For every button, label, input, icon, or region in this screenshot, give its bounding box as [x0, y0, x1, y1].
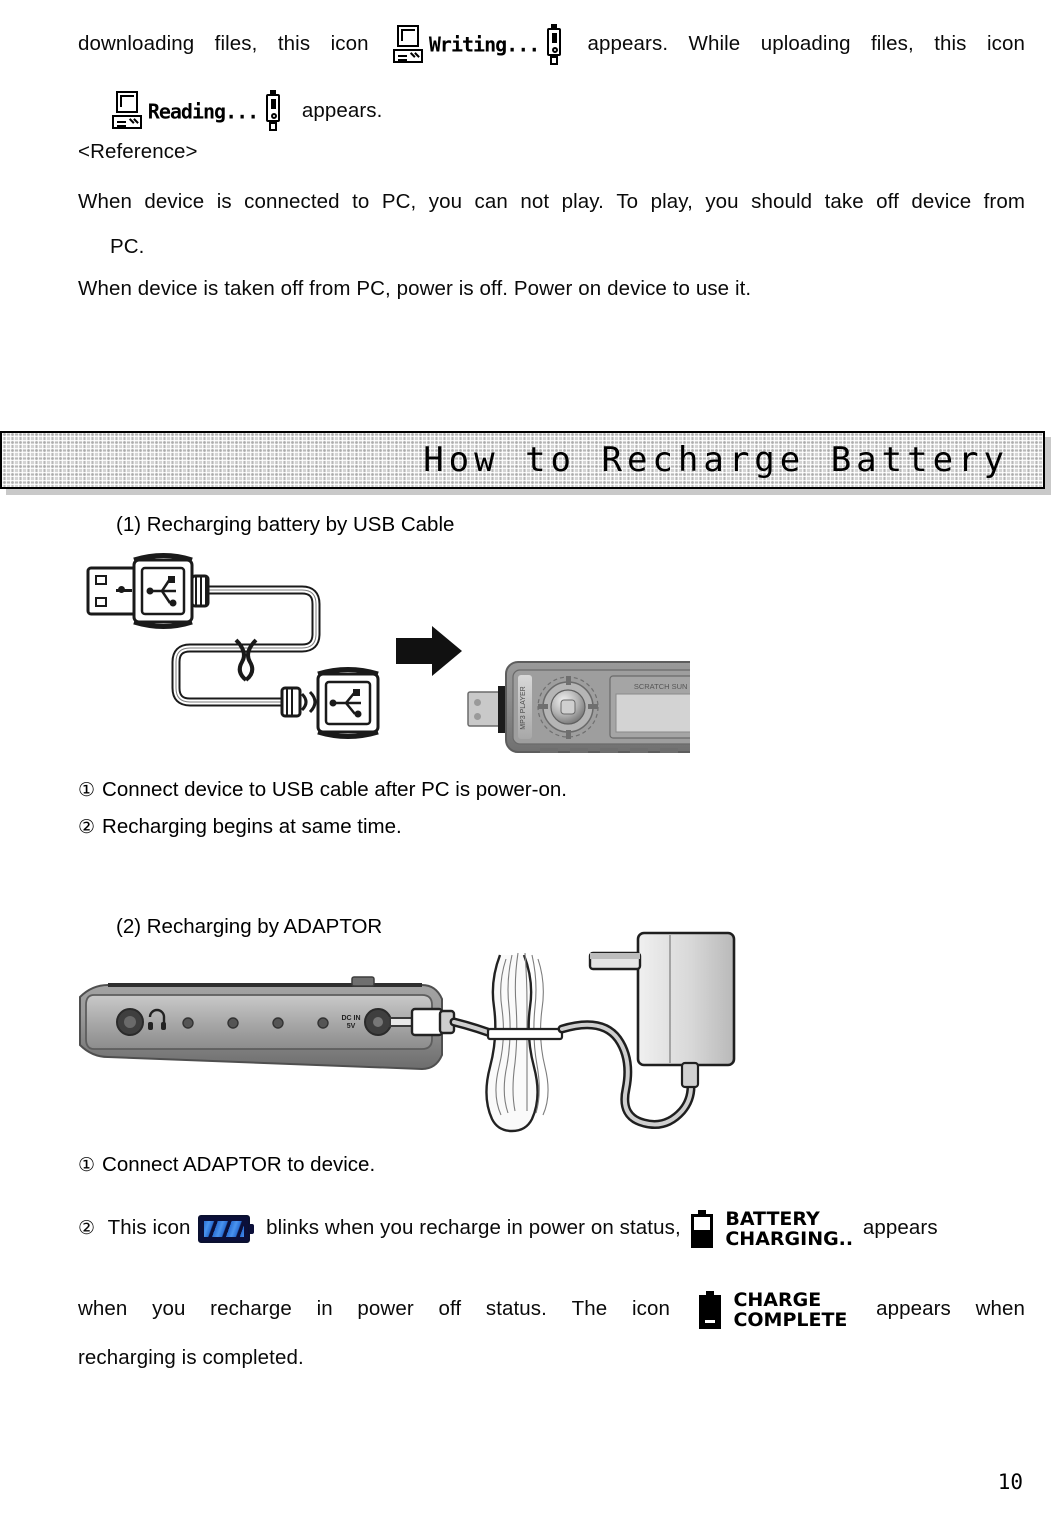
ref-word: take [824, 190, 864, 213]
manual-page: downloading files, this icon Writing... … [0, 0, 1053, 1516]
ref-word: device [911, 190, 972, 213]
ref-word: PC, [381, 190, 417, 213]
final-word: when [78, 1297, 128, 1321]
ref-word: can [474, 190, 508, 213]
step-marker: ② [78, 1217, 96, 1239]
intro-word: this [934, 32, 967, 55]
ref-word: you [705, 190, 739, 213]
step-marker: ① [78, 779, 96, 801]
complete-label-line2: COMPLETE [733, 1309, 848, 1331]
intro-paragraph: downloading files, this icon Writing... … [78, 18, 1025, 137]
ref-word: When [78, 190, 132, 213]
reference-line-1: When device is connected to PC, you can … [78, 190, 1026, 213]
step-marker: ② [78, 816, 96, 838]
intro-word: icon [986, 32, 1025, 55]
final-word: when [975, 1297, 1026, 1321]
adaptor-diagram: DC IN 5V [70, 925, 750, 1150]
adaptor-step-2: ② This icon blinks when you recharge in … [78, 1208, 1025, 1249]
writing-label: Writing... [428, 32, 540, 57]
writing-status-icon: Writing... [393, 18, 563, 71]
reference-line-2: PC. [110, 235, 145, 258]
battery-outline-icon [690, 1209, 713, 1248]
ref-word: device [144, 190, 205, 213]
charging-label-line1: BATTERY [725, 1207, 820, 1230]
final-word: recharge [210, 1297, 292, 1321]
step2-post-text: appears [862, 1216, 938, 1239]
ref-word: is [216, 190, 232, 213]
intro-line-1: downloading files, this icon Writing... … [78, 18, 1025, 71]
ref-word: not [520, 190, 550, 213]
charge-complete-icon: CHARGE COMPLETE [698, 1290, 847, 1330]
ref-word: connected [244, 190, 340, 213]
svg-text:MP3 PLAYER: MP3 PLAYER [520, 686, 527, 729]
usb-step-2: ② Recharging begins at same time. [78, 815, 402, 839]
intro-word: While [688, 32, 741, 55]
step-text: Connect ADAPTOR to device. [102, 1153, 376, 1176]
ref-word: To [616, 190, 639, 213]
ref-word: from [983, 190, 1026, 213]
battery-charging-icon: BATTERY CHARGING.. [690, 1208, 853, 1249]
battery-level-icon [198, 1214, 255, 1243]
usb-cable-diagram: MP3 PLAYER SCRATCH SUN SET MUSIC [70, 548, 747, 773]
reading-label: Reading... [147, 99, 259, 124]
svg-text:DC IN: DC IN [341, 1015, 360, 1022]
section-banner-title: How to Recharge Battery [423, 440, 1009, 480]
final-word: power [357, 1297, 414, 1321]
final-word: appears [876, 1297, 951, 1321]
intro-word: this [277, 32, 311, 55]
usb-stick-icon [545, 23, 563, 66]
final-word: status. [485, 1297, 547, 1321]
intro-word: uploading [760, 32, 851, 55]
reading-status-icon: Reading... [112, 85, 282, 138]
battery-full-icon [698, 1291, 721, 1329]
final-word: you [152, 1297, 186, 1321]
intro-word: appears. [587, 32, 669, 55]
intro-word: icon [330, 32, 369, 55]
step2-pre-text: This icon [107, 1216, 191, 1239]
final-paragraph-line-2: recharging is completed. [78, 1346, 304, 1369]
step-text: Connect device to USB cable after PC is … [102, 778, 567, 801]
battery-charging-label: BATTERY CHARGING.. [725, 1209, 853, 1249]
usb-stick-icon [264, 90, 282, 132]
step-text: Recharging begins at same time. [102, 815, 402, 838]
complete-label-line1: CHARGE [733, 1289, 822, 1311]
intro-line-2: Reading... appears. [78, 85, 1025, 138]
step2-mid-text: blinks when you recharge in power on sta… [266, 1216, 681, 1239]
ref-word: you [428, 190, 463, 213]
step-marker: ① [78, 1154, 96, 1176]
intro-word: files, [871, 32, 914, 55]
ref-word: to [352, 190, 370, 213]
intro-word: files, [214, 32, 258, 55]
charge-complete-label: CHARGE COMPLETE [733, 1290, 847, 1330]
usb-step-1: ① Connect device to USB cable after PC is… [78, 778, 567, 802]
usb-section-heading: (1) Recharging battery by USB Cable [116, 513, 455, 536]
intro-word: appears. [301, 98, 383, 122]
final-word: off [438, 1297, 462, 1321]
svg-text:5V: 5V [347, 1023, 356, 1030]
ref-word: play, [650, 190, 693, 213]
final-paragraph-line-1: when you recharge in power off status. T… [78, 1290, 1025, 1330]
section-banner: How to Recharge Battery [0, 431, 1045, 489]
final-word: The [571, 1297, 608, 1321]
ref-word: play. [561, 190, 604, 213]
computer-icon [112, 91, 142, 131]
ref-word: should [751, 190, 813, 213]
reference-line-3: When device is taken off from PC, power … [78, 277, 752, 300]
page-number: 10 [997, 1470, 1023, 1494]
final-word: icon [631, 1297, 670, 1321]
final-word: in [316, 1297, 333, 1321]
computer-icon [393, 24, 424, 65]
svg-text:SCRATCH SUN SET: SCRATCH SUN SET [634, 682, 690, 691]
ref-word: off [876, 190, 899, 213]
charging-label-line2: CHARGING.. [725, 1227, 854, 1250]
intro-word: downloading [78, 32, 195, 55]
reference-heading: <Reference> [78, 140, 198, 163]
final-paragraph: when you recharge in power off status. T… [78, 1290, 1025, 1369]
adaptor-step-1: ① Connect ADAPTOR to device. [78, 1153, 375, 1177]
